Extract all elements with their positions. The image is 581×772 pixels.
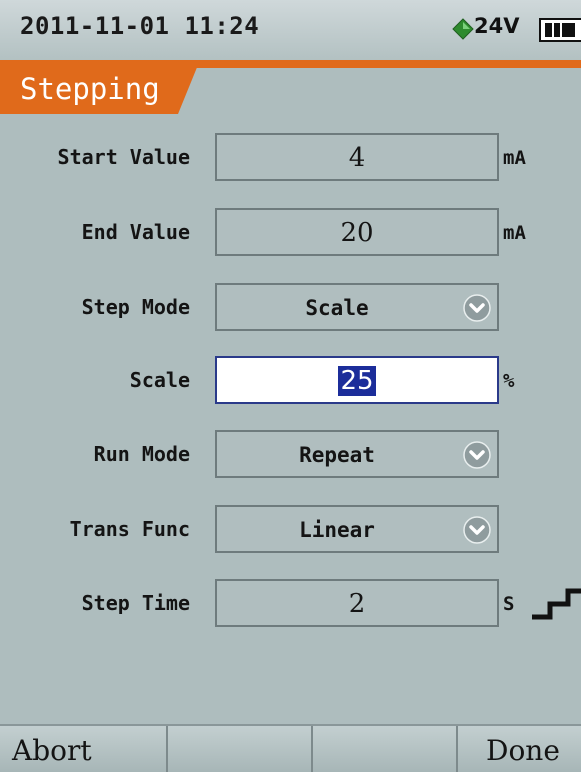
step-mode-row: Step Mode Scale — [0, 283, 581, 333]
softkey-bar: Abort Done — [0, 724, 581, 772]
end-value-label: End Value — [81, 220, 190, 244]
done-button[interactable]: Done — [458, 726, 581, 772]
run-mode-label: Run Mode — [93, 442, 190, 466]
step-time-unit: S — [503, 593, 515, 615]
abort-button[interactable]: Abort — [0, 726, 168, 772]
scale-value-selected: 25 — [338, 366, 376, 396]
done-button-label: Done — [486, 734, 560, 767]
run-mode-row: Run Mode Repeat — [0, 430, 581, 480]
end-value-row: End Value 20 mA — [0, 208, 581, 258]
status-bar: 2011-11-01 11:24 24V — [0, 0, 581, 60]
run-mode-value: Repeat — [299, 443, 375, 467]
start-value-label: Start Value — [57, 145, 190, 169]
scale-input[interactable]: 25 — [215, 356, 499, 404]
step-mode-label: Step Mode — [81, 295, 190, 319]
chevron-down-icon[interactable] — [463, 294, 491, 322]
step-mode-value: Scale — [305, 296, 369, 320]
step-time-label: Step Time — [81, 591, 190, 615]
run-mode-select[interactable]: Repeat — [215, 430, 499, 478]
scale-row: Scale 25 % — [0, 356, 581, 406]
step-time-field[interactable]: 2 — [215, 579, 499, 627]
calibrator-screen: 2011-11-01 11:24 24V Stepping Start Valu… — [0, 0, 581, 772]
trans-func-row: Trans Func Linear — [0, 505, 581, 555]
start-value-unit: mA — [503, 147, 526, 169]
softkey-3[interactable] — [313, 726, 458, 772]
softkey-2[interactable] — [168, 726, 313, 772]
trans-func-value: Linear — [299, 518, 375, 542]
chevron-down-icon[interactable] — [463, 516, 491, 544]
step-time-value: 2 — [348, 589, 366, 619]
battery-icon — [539, 18, 581, 42]
start-value-row: Start Value 4 mA — [0, 133, 581, 183]
start-value-field[interactable]: 4 — [215, 133, 499, 181]
end-value-value: 20 — [340, 218, 374, 248]
voltage-readout: 24V — [474, 14, 520, 38]
step-mode-select[interactable]: Scale — [215, 283, 499, 331]
power-icon — [452, 18, 474, 40]
end-value-unit: mA — [503, 222, 526, 244]
scale-unit: % — [503, 370, 515, 392]
page-title: Stepping — [20, 72, 160, 106]
chevron-down-icon[interactable] — [463, 441, 491, 469]
end-value-field[interactable]: 20 — [215, 208, 499, 256]
datetime: 2011-11-01 11:24 — [20, 12, 260, 40]
scale-label: Scale — [129, 368, 190, 392]
step-waveform-icon — [532, 588, 581, 620]
abort-button-label: Abort — [12, 734, 92, 767]
start-value-value: 4 — [348, 143, 366, 173]
trans-func-label: Trans Func — [69, 517, 190, 541]
step-time-row: Step Time 2 S — [0, 579, 581, 629]
trans-func-select[interactable]: Linear — [215, 505, 499, 553]
